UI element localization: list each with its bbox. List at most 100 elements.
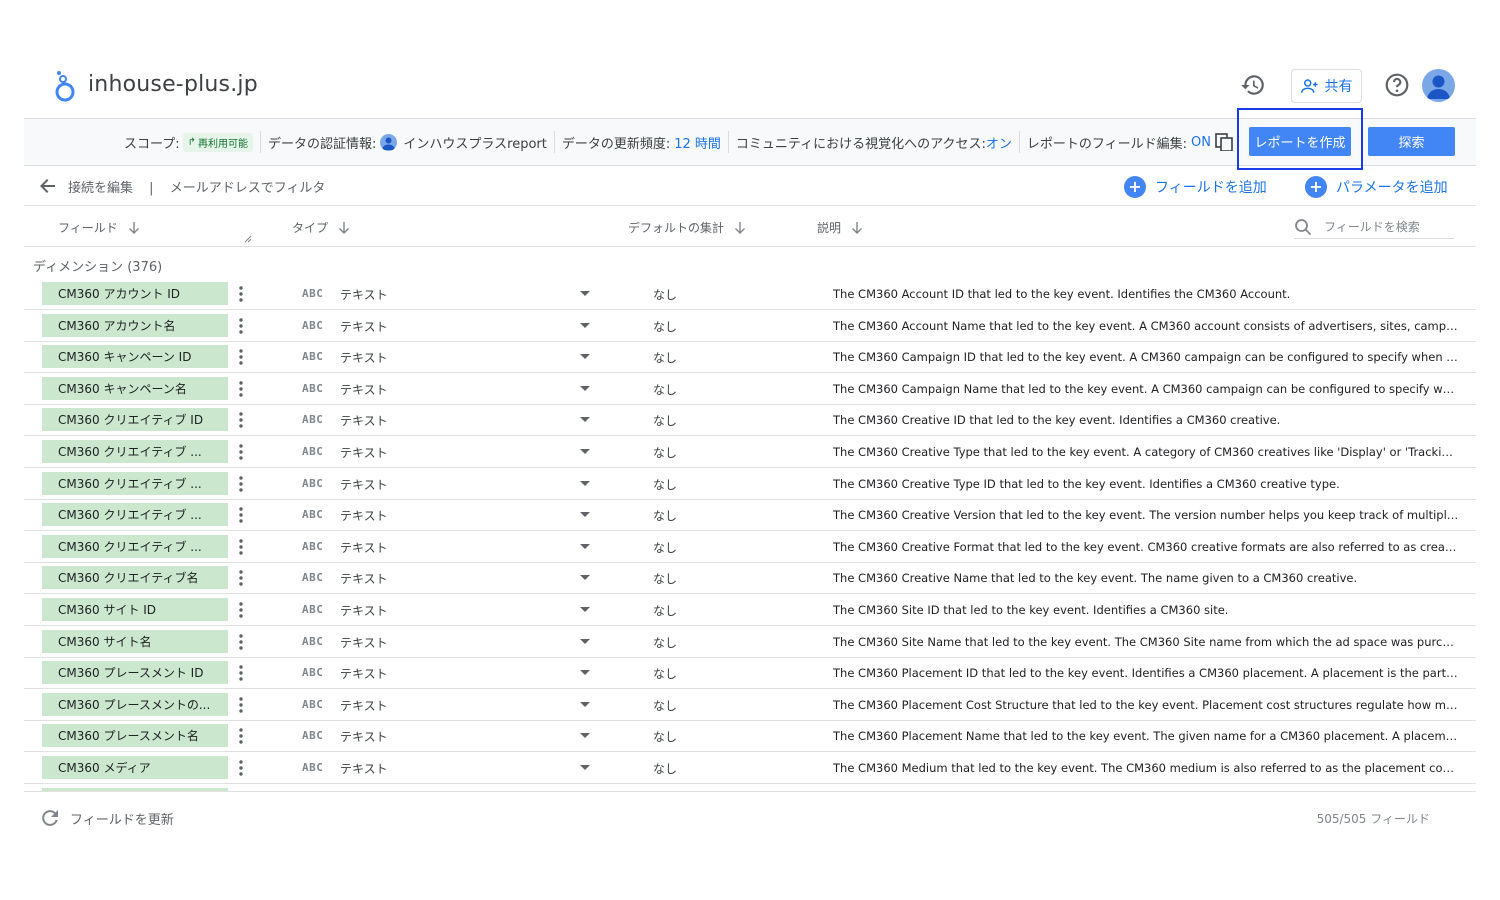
field-name-chip[interactable]: CM360 アカウント名 bbox=[42, 313, 228, 337]
field-name-chip[interactable]: CM360 クリエイティブ ... bbox=[42, 503, 228, 527]
account-avatar[interactable] bbox=[1422, 69, 1455, 102]
more-vert-icon[interactable] bbox=[238, 411, 244, 429]
field-name-chip[interactable]: CM360 プレースメント名 bbox=[42, 724, 228, 748]
field-description[interactable]: The CM360 Creative Name that led to the … bbox=[833, 571, 1459, 585]
default-aggregation[interactable]: なし bbox=[653, 444, 677, 461]
more-vert-icon[interactable] bbox=[238, 696, 244, 714]
column-header-field[interactable]: フィールド bbox=[58, 219, 140, 236]
type-dropdown-caret-icon[interactable] bbox=[580, 701, 590, 707]
more-vert-icon[interactable] bbox=[238, 759, 244, 777]
more-vert-icon[interactable] bbox=[238, 569, 244, 587]
field-name-chip[interactable]: CM360 クリエイティブ ... bbox=[42, 471, 228, 495]
table-row[interactable]: CM360 クリエイティブ名 ABC テキスト なし The CM360 Creativ… bbox=[24, 562, 1476, 595]
field-name-chip[interactable]: CM360 サイト名 bbox=[42, 629, 228, 653]
refresh-fields-button[interactable]: フィールドを更新 bbox=[40, 808, 174, 828]
default-aggregation[interactable]: なし bbox=[653, 634, 677, 651]
table-row[interactable]: CM360 キャンペーン ID ABC テキスト なし The CM360 Campai… bbox=[24, 341, 1476, 374]
field-name-chip[interactable]: CM360 キャンペーン名 bbox=[42, 376, 228, 400]
type-dropdown-caret-icon[interactable] bbox=[580, 417, 590, 423]
more-vert-icon[interactable] bbox=[238, 601, 244, 619]
default-aggregation[interactable]: なし bbox=[653, 760, 677, 777]
field-description[interactable]: The CM360 Medium that led to the key eve… bbox=[833, 761, 1459, 775]
field-description[interactable]: The CM360 Placement ID that led to the k… bbox=[833, 666, 1459, 680]
field-name-chip[interactable]: CM360 クリエイティブ名 bbox=[42, 566, 228, 590]
field-name-chip[interactable]: CM360 アカウント ID bbox=[42, 282, 228, 305]
field-description[interactable]: The CM360 Creative Version that led to t… bbox=[833, 508, 1459, 522]
default-aggregation[interactable]: なし bbox=[653, 602, 677, 619]
default-aggregation[interactable]: なし bbox=[653, 286, 677, 303]
table-row[interactable]: CM360 クリエイティブ ... ABC テキスト なし The CM360 Crea… bbox=[24, 436, 1476, 468]
column-header-default-aggregation[interactable]: デフォルトの集計 bbox=[628, 219, 746, 236]
field-name-chip[interactable]: CM360 サイト ID bbox=[42, 598, 228, 621]
add-field-button[interactable]: + フィールドを追加 bbox=[1124, 176, 1267, 198]
back-arrow-icon[interactable] bbox=[38, 176, 58, 196]
default-aggregation[interactable]: なし bbox=[653, 539, 677, 556]
type-dropdown-caret-icon[interactable] bbox=[580, 765, 590, 770]
column-header-type[interactable]: タイプ bbox=[292, 219, 350, 236]
default-aggregation[interactable]: なし bbox=[653, 507, 677, 524]
type-dropdown-caret-icon[interactable] bbox=[580, 733, 590, 739]
default-aggregation[interactable]: なし bbox=[653, 697, 677, 714]
type-dropdown-caret-icon[interactable] bbox=[580, 291, 590, 296]
field-name-chip[interactable]: CM360 クリエイティブ ... bbox=[42, 440, 228, 463]
more-vert-icon[interactable] bbox=[238, 538, 244, 556]
field-search-input[interactable]: フィールドを検索 bbox=[1294, 215, 1454, 239]
type-dropdown-caret-icon[interactable] bbox=[580, 385, 590, 391]
more-vert-icon[interactable] bbox=[238, 285, 244, 303]
credentials-value[interactable]: インハウスプラスreport bbox=[403, 133, 546, 152]
type-dropdown-caret-icon[interactable] bbox=[580, 449, 590, 454]
share-button[interactable]: 共有 bbox=[1291, 69, 1362, 103]
column-header-description[interactable]: 説明 bbox=[817, 219, 863, 236]
field-description[interactable]: The CM360 Site Name that led to the key … bbox=[833, 635, 1459, 649]
more-vert-icon[interactable] bbox=[238, 475, 244, 493]
more-vert-icon[interactable] bbox=[238, 633, 244, 651]
field-description[interactable]: The CM360 Placement Name that led to the… bbox=[833, 729, 1459, 743]
default-aggregation[interactable]: なし bbox=[653, 476, 677, 493]
field-name-chip[interactable]: CM360 プレースメントの... bbox=[42, 692, 228, 716]
explore-button[interactable]: 探索 bbox=[1368, 127, 1455, 156]
type-dropdown-caret-icon[interactable] bbox=[580, 480, 590, 486]
copy-icon[interactable] bbox=[1215, 133, 1233, 151]
create-report-button[interactable]: レポートを作成 bbox=[1249, 127, 1351, 156]
default-aggregation[interactable]: なし bbox=[653, 728, 677, 745]
more-vert-icon[interactable] bbox=[238, 443, 244, 461]
field-description[interactable]: The CM360 Creative Type that led to the … bbox=[833, 445, 1459, 459]
more-vert-icon[interactable] bbox=[238, 317, 244, 335]
field-description[interactable]: The CM360 Account ID that led to the key… bbox=[833, 287, 1459, 301]
type-dropdown-caret-icon[interactable] bbox=[580, 575, 590, 581]
field-name-chip[interactable]: CM360 クリエイティブ ID bbox=[42, 408, 228, 432]
field-description[interactable]: The CM360 Creative Type ID that led to t… bbox=[833, 477, 1459, 491]
field-description[interactable]: The CM360 Creative Format that led to th… bbox=[833, 540, 1459, 554]
add-parameter-button[interactable]: + パラメータを追加 bbox=[1305, 176, 1448, 198]
field-description[interactable]: The CM360 Account Name that led to the k… bbox=[833, 319, 1459, 333]
freshness-value[interactable]: 12 時間 bbox=[674, 133, 721, 152]
type-dropdown-caret-icon[interactable] bbox=[580, 512, 590, 518]
field-description[interactable]: The CM360 Creative ID that led to the ke… bbox=[833, 413, 1459, 427]
type-dropdown-caret-icon[interactable] bbox=[580, 354, 590, 360]
more-vert-icon[interactable] bbox=[238, 348, 244, 366]
help-icon[interactable] bbox=[1384, 72, 1410, 98]
default-aggregation[interactable]: なし bbox=[653, 381, 677, 398]
edit-connection-link[interactable]: 接続を編集 bbox=[68, 181, 133, 196]
table-row[interactable]: CM360 アカウント名 ABC テキスト なし The CM360 Account N… bbox=[24, 310, 1476, 342]
field-name-chip[interactable]: CM360 プレースメント ID bbox=[42, 661, 228, 685]
default-aggregation[interactable]: なし bbox=[653, 318, 677, 335]
table-row[interactable]: CM360 クリエイティブ ... ABC テキスト なし The CM360 Crea… bbox=[24, 468, 1476, 500]
type-dropdown-caret-icon[interactable] bbox=[580, 543, 590, 549]
default-aggregation[interactable]: なし bbox=[653, 570, 677, 587]
default-aggregation[interactable]: なし bbox=[653, 412, 677, 429]
field-name-chip[interactable]: CM360 メディア bbox=[42, 756, 228, 779]
table-row[interactable]: CM360 サイト名 ABC テキスト なし The CM360 Site Name t… bbox=[24, 626, 1476, 658]
field-description[interactable]: The CM360 Campaign ID that led to the ke… bbox=[833, 350, 1459, 364]
field-description[interactable]: The CM360 Campaign Name that led to the … bbox=[833, 382, 1459, 396]
field-edit-value[interactable]: ON bbox=[1191, 135, 1211, 150]
filter-by-email-link[interactable]: メールアドレスでフィルタ bbox=[170, 181, 326, 196]
more-vert-icon[interactable] bbox=[238, 664, 244, 682]
table-row[interactable]: CM360 サイト ID ABC テキスト なし The CM360 Site ID t… bbox=[24, 594, 1476, 626]
table-row[interactable]: CM360 プレースメントの... ABC テキスト なし The CM360 Plac… bbox=[24, 689, 1476, 721]
type-dropdown-caret-icon[interactable] bbox=[580, 670, 590, 676]
table-row[interactable]: CM360 クリエイティブ ID ABC テキスト なし The CM360 Creat… bbox=[24, 404, 1476, 437]
default-aggregation[interactable]: なし bbox=[653, 349, 677, 366]
table-row[interactable]: CM360 クリエイティブ ... ABC テキスト なし The CM360 Crea… bbox=[24, 499, 1476, 532]
more-vert-icon[interactable] bbox=[238, 727, 244, 745]
